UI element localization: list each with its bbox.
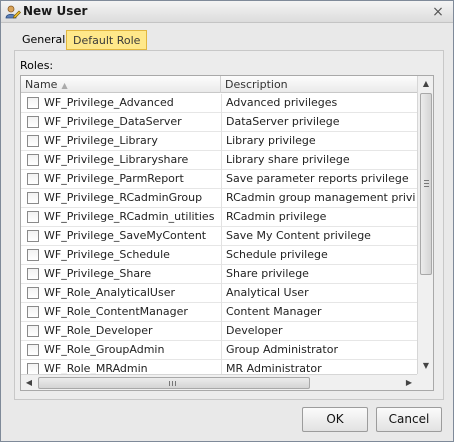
column-separator	[221, 113, 222, 132]
column-separator	[221, 341, 222, 360]
role-checkbox[interactable]	[27, 154, 39, 166]
tab-default-role[interactable]: Default Role	[66, 30, 148, 50]
role-checkbox[interactable]	[27, 325, 39, 337]
title-bar[interactable]: New User ×	[1, 1, 453, 23]
table-row[interactable]: WF_Privilege_RCadminGroup RCadmin group m…	[21, 189, 417, 208]
table-row[interactable]: WF_Role_AnalyticalUser Analytical User	[21, 284, 417, 303]
table-row[interactable]: WF_Privilege_RCadmin_utilities RCadmin pr…	[21, 208, 417, 227]
scroll-up-arrow-icon[interactable]: ▲	[418, 76, 433, 92]
role-checkbox[interactable]	[27, 306, 39, 318]
role-description: RCadmin group management privilege	[226, 191, 416, 204]
column-header-name[interactable]: Name ▲	[21, 76, 221, 93]
column-separator	[221, 132, 222, 151]
cancel-button[interactable]: Cancel	[376, 407, 442, 432]
role-description: DataServer privilege	[226, 115, 340, 128]
role-name: WF_Role_GroupAdmin	[44, 343, 165, 356]
role-description: RCadmin privilege	[226, 210, 327, 223]
table-row[interactable]: WF_Privilege_Advanced Advanced privileges	[21, 94, 417, 113]
roles-rows: WF_Privilege_Advanced Advanced privileges…	[21, 94, 417, 379]
roles-grid: Name ▲ Description WF_Privilege_Advanced A…	[20, 75, 434, 391]
grip-icon	[424, 180, 429, 187]
column-separator	[221, 189, 222, 208]
column-header-name-label: Name	[25, 78, 58, 91]
table-row[interactable]: WF_Privilege_ParmReport Save parameter re…	[21, 170, 417, 189]
scroll-left-arrow-icon[interactable]: ◀	[21, 375, 37, 390]
role-checkbox[interactable]	[27, 97, 39, 109]
column-separator	[221, 227, 222, 246]
role-name: WF_Privilege_Share	[44, 267, 152, 280]
table-row[interactable]: WF_Role_Developer Developer	[21, 322, 417, 341]
column-separator	[221, 208, 222, 227]
role-name: WF_Role_Developer	[44, 324, 153, 337]
column-separator	[221, 265, 222, 284]
roles-label: Roles:	[20, 59, 54, 72]
role-name: WF_Privilege_DataServer	[44, 115, 182, 128]
column-separator	[221, 94, 222, 113]
role-description: Save My Content privilege	[226, 229, 371, 242]
dialog-title: New User	[23, 4, 88, 18]
vertical-scroll-thumb[interactable]	[420, 93, 432, 275]
sort-ascending-icon: ▲	[61, 81, 68, 90]
role-name: WF_Privilege_ParmReport	[44, 172, 184, 185]
table-row[interactable]: WF_Privilege_Schedule Schedule privilege	[21, 246, 417, 265]
role-name: WF_Privilege_Schedule	[44, 248, 170, 261]
role-checkbox[interactable]	[27, 192, 39, 204]
table-row[interactable]: WF_Privilege_Share Share privilege	[21, 265, 417, 284]
column-separator	[221, 170, 222, 189]
role-checkbox[interactable]	[27, 287, 39, 299]
vertical-scrollbar[interactable]: ▲ ▼	[417, 76, 433, 374]
table-row[interactable]: WF_Privilege_SaveMyContent Save My Conten…	[21, 227, 417, 246]
role-description: Library share privilege	[226, 153, 350, 166]
table-row[interactable]: WF_Privilege_Libraryshare Library share p…	[21, 151, 417, 170]
scroll-right-arrow-icon[interactable]: ▶	[401, 375, 417, 390]
role-description: Analytical User	[226, 286, 309, 299]
column-separator	[221, 284, 222, 303]
role-name: WF_Privilege_Libraryshare	[44, 153, 189, 166]
ok-button[interactable]: OK	[302, 407, 368, 432]
role-name: WF_Privilege_RCadminGroup	[44, 191, 203, 204]
table-row[interactable]: WF_Privilege_DataServer DataServer privil…	[21, 113, 417, 132]
role-checkbox[interactable]	[27, 249, 39, 261]
role-checkbox[interactable]	[27, 344, 39, 356]
role-description: Share privilege	[226, 267, 309, 280]
grip-icon	[169, 381, 176, 386]
role-name: WF_Privilege_Advanced	[44, 96, 174, 109]
tab-general[interactable]: General	[16, 30, 71, 50]
column-header-description[interactable]: Description	[221, 76, 417, 93]
role-description: Advanced privileges	[226, 96, 338, 109]
role-description: Save parameter reports privilege	[226, 172, 409, 185]
role-checkbox[interactable]	[27, 173, 39, 185]
role-checkbox[interactable]	[27, 211, 39, 223]
role-name: WF_Role_ContentManager	[44, 305, 188, 318]
role-checkbox[interactable]	[27, 135, 39, 147]
column-separator	[221, 303, 222, 322]
role-name: WF_Privilege_SaveMyContent	[44, 229, 207, 242]
table-row[interactable]: WF_Role_GroupAdmin Group Administrator	[21, 341, 417, 360]
role-checkbox[interactable]	[27, 268, 39, 280]
close-icon[interactable]: ×	[431, 5, 445, 19]
column-header-description-label: Description	[225, 78, 288, 91]
scroll-down-arrow-icon[interactable]: ▼	[418, 358, 433, 374]
column-separator	[221, 151, 222, 170]
role-description: Developer	[226, 324, 283, 337]
role-description: Schedule privilege	[226, 248, 328, 261]
role-name: WF_Role_AnalyticalUser	[44, 286, 175, 299]
table-row[interactable]: WF_Role_ContentManager Content Manager	[21, 303, 417, 322]
grid-header: Name ▲ Description	[21, 76, 433, 93]
scrollbar-corner	[417, 374, 433, 390]
column-separator	[221, 246, 222, 265]
role-description: Library privilege	[226, 134, 316, 147]
role-name: WF_Privilege_Library	[44, 134, 158, 147]
table-row[interactable]: WF_Privilege_Library Library privilege	[21, 132, 417, 151]
role-description: Group Administrator	[226, 343, 338, 356]
horizontal-scroll-thumb[interactable]	[38, 377, 310, 389]
column-separator	[221, 322, 222, 341]
role-name: WF_Privilege_RCadmin_utilities	[44, 210, 215, 223]
role-checkbox[interactable]	[27, 116, 39, 128]
role-checkbox[interactable]	[27, 230, 39, 242]
new-user-dialog: New User × General Default Role Roles: N…	[0, 0, 454, 442]
role-description: Content Manager	[226, 305, 322, 318]
user-pen-icon	[5, 4, 21, 20]
horizontal-scrollbar[interactable]: ◀ ▶	[21, 374, 417, 390]
